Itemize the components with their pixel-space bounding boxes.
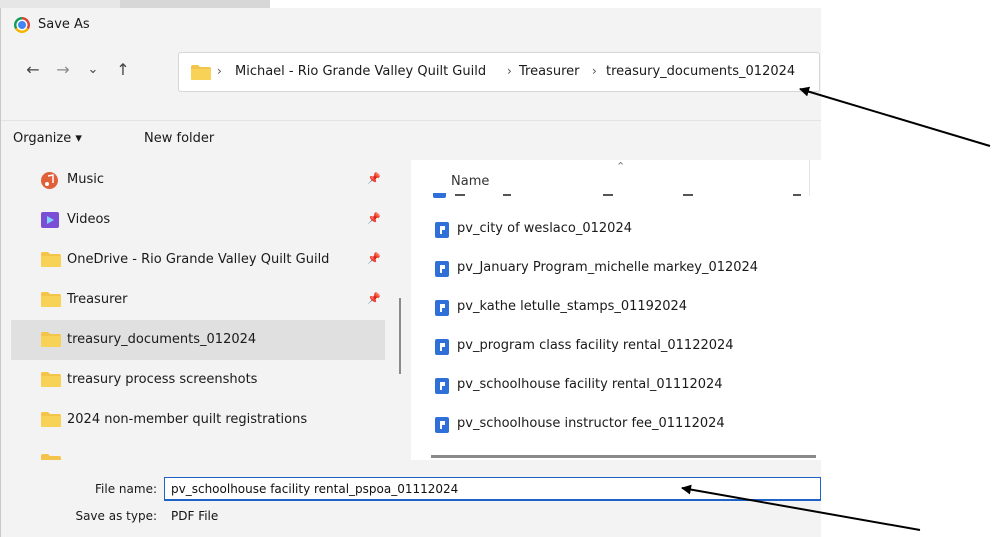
sidebar-item-label: Music xyxy=(67,172,104,187)
sidebar-item-partial[interactable] xyxy=(11,442,385,460)
save-options: File name: Save as type: PDF File xyxy=(1,477,821,537)
breadcrumb-separator: › xyxy=(217,64,222,78)
folder-icon xyxy=(41,454,61,460)
file-name: pv_January Program_michelle markey_01202… xyxy=(457,260,759,275)
up-folder-icon[interactable]: ↑ xyxy=(113,61,133,79)
pin-icon[interactable]: 📌 xyxy=(367,172,381,185)
horizontal-scrollbar[interactable] xyxy=(431,455,816,458)
file-row[interactable]: pv_kathe letulle_stamps_01192024 xyxy=(411,288,821,327)
sidebar-item-treasurer[interactable]: Treasurer 📌 xyxy=(11,280,385,320)
pdf-file-icon xyxy=(435,300,449,316)
sidebar-item-treasury-process[interactable]: treasury process screenshots xyxy=(11,360,385,400)
breadcrumb-item[interactable]: Michael - Rio Grande Valley Quilt Guild xyxy=(235,64,486,79)
recent-locations-icon[interactable]: ⌄ xyxy=(83,61,103,79)
annotation-arrow-address xyxy=(799,86,991,147)
navigation-bar: ← → ⌄ ↑ › Michael - Rio Grande Valley Qu… xyxy=(1,42,821,98)
filename-input[interactable] xyxy=(164,477,821,501)
sidebar-item-label: treasury_documents_012024 xyxy=(67,332,257,347)
pdf-file-icon xyxy=(435,378,449,394)
background-window-tab xyxy=(120,0,270,8)
folder-icon xyxy=(41,372,61,387)
command-bar: Organize ▾ New folder xyxy=(1,120,821,157)
save-type-label: Save as type: xyxy=(75,509,157,523)
pin-icon[interactable]: 📌 xyxy=(367,292,381,305)
filename-label: File name: xyxy=(95,482,157,496)
pdf-file-icon xyxy=(435,417,449,433)
save-type-select[interactable]: PDF File xyxy=(164,505,821,527)
sidebar-item-label: Treasurer xyxy=(67,292,128,307)
file-name: pv_schoolhouse instructor fee_01112024 xyxy=(457,416,725,431)
column-header[interactable]: ⌃ Name xyxy=(411,160,821,196)
videos-icon xyxy=(41,212,59,228)
title-bar: Save As xyxy=(1,8,821,42)
sidebar-item-label: OneDrive - Rio Grande Valley Quilt Guild xyxy=(67,252,330,267)
sidebar-item-music[interactable]: Music 📌 xyxy=(11,160,385,200)
window-title: Save As xyxy=(38,17,90,32)
column-divider xyxy=(809,160,810,196)
forward-icon[interactable]: → xyxy=(53,61,73,79)
folder-icon xyxy=(41,412,61,427)
breadcrumb-item[interactable]: treasury_documents_012024 xyxy=(606,64,795,79)
organize-button[interactable]: Organize ▾ xyxy=(13,131,82,146)
sidebar-item-label: 2024 non-member quilt registrations xyxy=(67,412,308,427)
pdf-file-icon xyxy=(435,339,449,355)
file-list[interactable]: ⌃ Name pv_city of weslaco_012024 pv_Janu… xyxy=(411,160,821,460)
save-as-dialog: Save As ← → ⌄ ↑ › Michael - Rio Grande V… xyxy=(0,8,821,537)
folder-icon xyxy=(191,65,211,80)
back-icon[interactable]: ← xyxy=(23,61,43,79)
file-name: pv_kathe letulle_stamps_01192024 xyxy=(457,299,688,314)
breadcrumb-separator: › xyxy=(592,64,597,78)
sidebar-item-label: treasury process screenshots xyxy=(67,372,258,387)
breadcrumb-item[interactable]: Treasurer xyxy=(519,64,579,79)
background-window-strip xyxy=(0,0,994,9)
file-name: pv_city of weslaco_012024 xyxy=(457,221,632,236)
file-row[interactable]: pv_program class facility rental_0112202… xyxy=(411,327,821,366)
sidebar-item-treasury-documents[interactable]: treasury_documents_012024 xyxy=(11,320,385,360)
sidebar-item-onedrive[interactable]: OneDrive - Rio Grande Valley Quilt Guild… xyxy=(11,240,385,280)
folder-icon xyxy=(41,332,61,347)
navigation-pane[interactable]: Music 📌 Videos 📌 OneDrive - Rio Grande V… xyxy=(11,160,399,460)
address-bar[interactable]: › Michael - Rio Grande Valley Quilt Guil… xyxy=(178,52,820,92)
pdf-file-icon xyxy=(435,261,449,277)
file-row[interactable]: pv_January Program_michelle markey_01202… xyxy=(411,249,821,288)
pin-icon[interactable]: 📌 xyxy=(367,212,381,225)
sort-ascending-icon: ⌃ xyxy=(616,160,626,173)
file-row[interactable]: pv_city of weslaco_012024 xyxy=(411,210,821,249)
pdf-file-icon xyxy=(433,193,446,198)
file-name: pv_program class facility rental_0112202… xyxy=(457,338,734,353)
partially-hidden-file-row xyxy=(433,193,813,198)
sidebar-item-quilt-registrations[interactable]: 2024 non-member quilt registrations xyxy=(11,400,385,440)
folder-icon xyxy=(41,252,61,267)
column-header-name[interactable]: Name xyxy=(451,174,489,189)
folder-icon xyxy=(41,292,61,307)
file-name: pv_schoolhouse facility rental_01112024 xyxy=(457,377,723,392)
pin-icon[interactable]: 📌 xyxy=(367,252,381,265)
file-row[interactable]: pv_schoolhouse instructor fee_01112024 xyxy=(411,405,821,444)
new-folder-button[interactable]: New folder xyxy=(144,131,214,146)
file-row[interactable]: pv_schoolhouse facility rental_01112024 xyxy=(411,366,821,405)
pdf-file-icon xyxy=(435,222,449,238)
sidebar-item-videos[interactable]: Videos 📌 xyxy=(11,200,385,240)
navigation-pane-scrollbar[interactable] xyxy=(399,298,401,374)
music-icon xyxy=(41,172,58,189)
chrome-icon xyxy=(14,17,30,33)
breadcrumb-separator: › xyxy=(507,64,512,78)
sidebar-item-label: Videos xyxy=(67,212,111,227)
